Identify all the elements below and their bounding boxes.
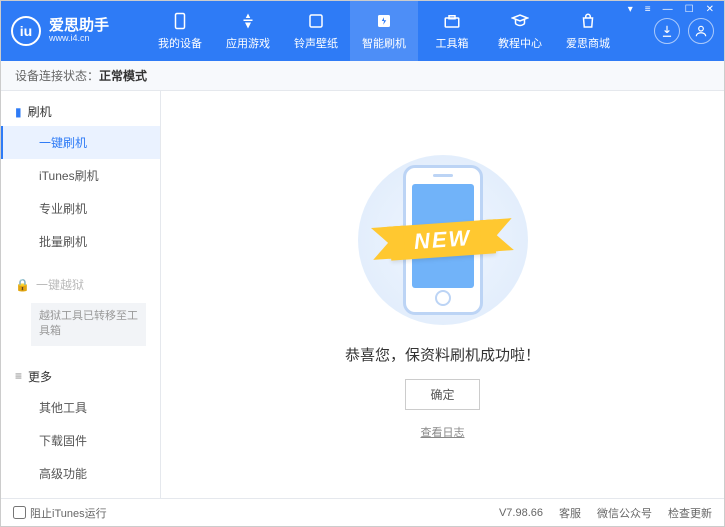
nav-toolbox[interactable]: 工具箱 [418,1,486,61]
apps-icon [238,11,258,31]
logo: iu 爱思助手 www.i4.cn [11,16,146,46]
sidebar-item-pro-flash[interactable]: 专业刷机 [1,192,160,225]
footer-link-wechat[interactable]: 微信公众号 [597,505,652,521]
sidebar-section-jailbreak: 🔒 一键越狱 [1,270,160,299]
flash-icon [374,11,394,31]
nav-apps-games[interactable]: 应用游戏 [214,1,282,61]
sidebar-item-other-tools[interactable]: 其他工具 [1,391,160,424]
user-button[interactable] [688,18,714,44]
success-message: 恭喜您，保资料刷机成功啦！ [345,344,540,365]
device-icon [170,11,190,31]
footer-link-update[interactable]: 检查更新 [668,505,712,521]
version-label: V7.98.66 [499,507,543,519]
nav-ringtones[interactable]: 铃声壁纸 [282,1,350,61]
header: iu 爱思助手 www.i4.cn 我的设备 应用游戏 铃声壁纸 智能刷机 [1,1,724,61]
footer-link-support[interactable]: 客服 [559,505,581,521]
footer: 阻止iTunes运行 V7.98.66 客服 微信公众号 检查更新 [1,498,724,526]
new-ribbon: NEW [389,219,496,260]
minimize-button[interactable]: — [660,4,676,15]
ok-button[interactable]: 确定 [405,379,479,410]
lock-icon: 🔒 [15,278,30,292]
ringtone-icon [306,11,326,31]
sidebar-item-download-firmware[interactable]: 下载固件 [1,424,160,457]
close-button[interactable]: ✕ [703,4,717,15]
phone-icon: ▮ [15,105,22,119]
sidebar-item-onekey-flash[interactable]: 一键刷机 [1,126,160,159]
sidebar-item-batch-flash[interactable]: 批量刷机 [1,225,160,258]
status-mode: 正常模式 [99,67,147,84]
app-title: 爱思助手 [49,18,109,35]
status-bar: 设备连接状态： 正常模式 [1,61,724,91]
list-icon: ≡ [15,369,22,383]
main-content: NEW 恭喜您，保资料刷机成功啦！ 确定 查看日志 [161,91,724,498]
store-icon [578,11,598,31]
tutorial-icon [510,11,530,31]
nav-smart-flash[interactable]: 智能刷机 [350,1,418,61]
app-subtitle: www.i4.cn [49,34,109,44]
toolbox-icon [442,11,462,31]
view-log-link[interactable]: 查看日志 [421,424,465,440]
sidebar-item-advanced[interactable]: 高级功能 [1,457,160,490]
header-actions [654,18,714,44]
jailbreak-note: 越狱工具已转移至工具箱 [31,303,146,346]
sidebar-section-flash[interactable]: ▮ 刷机 [1,97,160,126]
success-illustration: NEW [343,150,543,330]
checkbox-block-itunes[interactable]: 阻止iTunes运行 [13,505,107,521]
nav-tutorials[interactable]: 教程中心 [486,1,554,61]
download-button[interactable] [654,18,680,44]
main-nav: 我的设备 应用游戏 铃声壁纸 智能刷机 工具箱 教程中心 [146,1,654,61]
sidebar: ▮ 刷机 一键刷机 iTunes刷机 专业刷机 批量刷机 🔒 一键越狱 越狱工具… [1,91,161,498]
sidebar-section-more[interactable]: ≡ 更多 [1,362,160,391]
window-controls: ▾ ≡ — ☐ ✕ [625,4,717,15]
sidebar-item-itunes-flash[interactable]: iTunes刷机 [1,159,160,192]
logo-icon: iu [11,16,41,46]
maximize-button[interactable]: ☐ [682,4,697,15]
nav-store[interactable]: 爱思商城 [554,1,622,61]
menu-icon[interactable]: ≡ [642,4,654,15]
nav-my-device[interactable]: 我的设备 [146,1,214,61]
cart-icon[interactable]: ▾ [625,4,636,15]
status-label: 设备连接状态： [15,67,99,84]
